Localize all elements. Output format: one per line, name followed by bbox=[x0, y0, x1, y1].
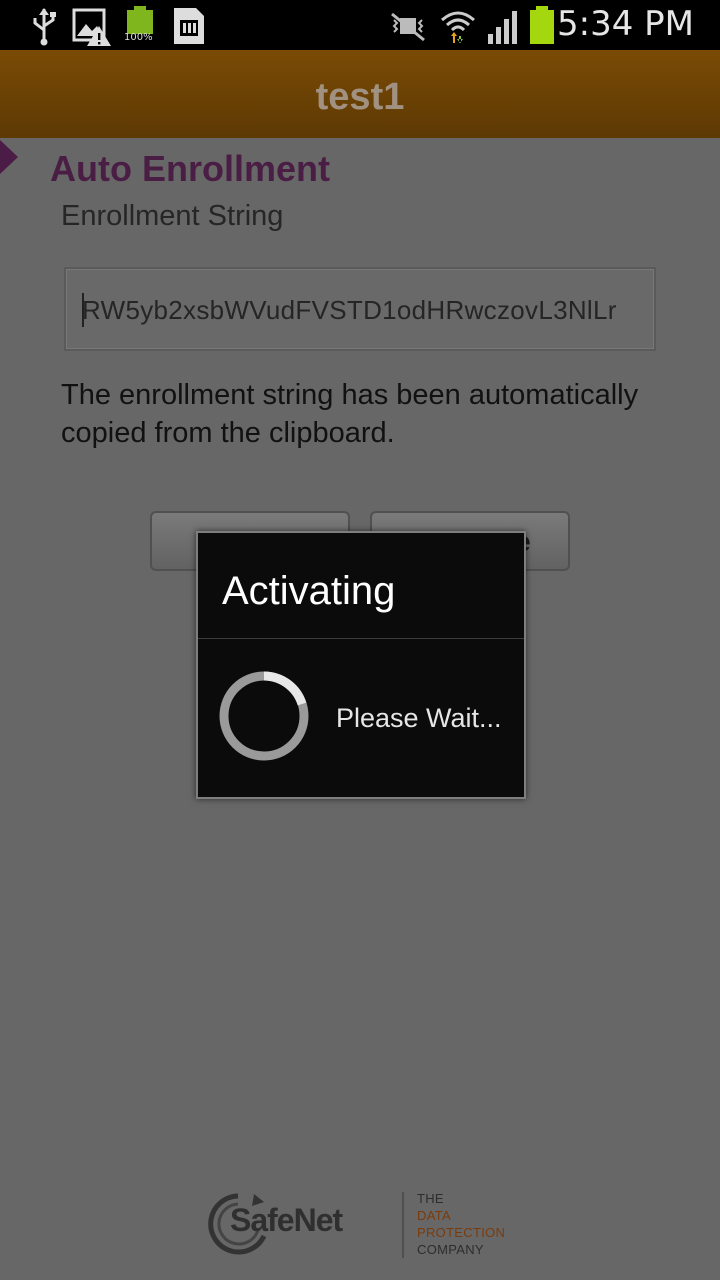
loading-spinner-icon bbox=[219, 671, 309, 761]
enrollment-string-value: RW5yb2xsbWVudFVSTD1odHRwczovL3NlLr bbox=[82, 295, 617, 325]
brand-tagline: THE DATA PROTECTION COMPANY bbox=[417, 1191, 506, 1257]
dialog-message: Please Wait... bbox=[336, 703, 502, 733]
image-warning-icon bbox=[72, 8, 111, 46]
text-cursor bbox=[82, 293, 84, 327]
clipboard-message: The enrollment string has been automatic… bbox=[61, 379, 639, 449]
signal-icon bbox=[488, 11, 517, 44]
dialog-title: Activating bbox=[222, 569, 396, 613]
dialog-divider bbox=[198, 638, 524, 639]
action-bar: test1 bbox=[0, 50, 720, 138]
battery-percent-label: 100% bbox=[124, 32, 153, 43]
sd-card-icon bbox=[174, 8, 204, 44]
usb-icon bbox=[33, 8, 56, 46]
status-time: 5:34 PM bbox=[557, 4, 694, 44]
battery-icon bbox=[530, 6, 554, 44]
page-title: Auto Enrollment bbox=[50, 148, 330, 189]
mute-vibrate-icon bbox=[391, 12, 425, 42]
app-title: test1 bbox=[315, 76, 405, 118]
activating-dialog: Activating Please Wait... bbox=[196, 531, 526, 799]
enrollment-string-label: Enrollment String bbox=[61, 200, 284, 232]
safenet-logo: SafeNet THE DATA PROTECTION COMPANY bbox=[208, 1188, 518, 1260]
wifi-icon bbox=[441, 11, 475, 43]
enrollment-string-input[interactable]: RW5yb2xsbWVudFVSTD1odHRwczovL3NlLr bbox=[64, 267, 656, 351]
section-marker-icon bbox=[0, 140, 18, 174]
brand-name: SafeNet bbox=[230, 1202, 343, 1238]
logo-divider bbox=[402, 1192, 404, 1258]
status-bar: 100% 5:34 PM bbox=[0, 0, 720, 50]
